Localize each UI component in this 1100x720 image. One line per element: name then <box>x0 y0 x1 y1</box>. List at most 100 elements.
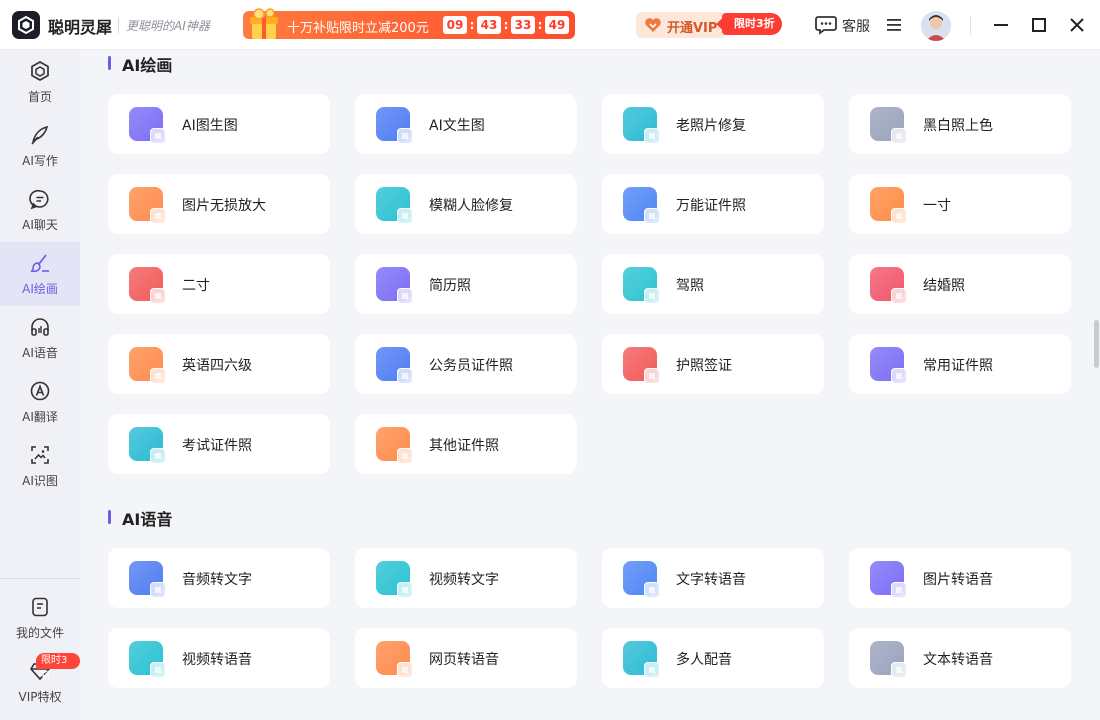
feature-card-label: 其他证件照 <box>429 438 499 454</box>
section-title: AI绘画 <box>108 52 172 76</box>
menu-icon[interactable] <box>886 17 902 33</box>
customer-service-label[interactable]: 客服 <box>842 16 870 36</box>
feature-card[interactable]: 其他证件照 <box>355 414 577 474</box>
sidebar-item-ai-image-recognition[interactable]: AI识图 <box>0 434 80 498</box>
sidebar-item-label: AI聊天 <box>22 218 58 232</box>
feature-card[interactable]: 音频转文字 <box>108 548 330 608</box>
gift-icon <box>250 8 278 39</box>
app-name: 聪明灵犀 <box>48 18 113 37</box>
feature-icon <box>376 641 413 678</box>
maximize-icon[interactable] <box>1030 16 1048 34</box>
feature-card[interactable]: 万能证件照 <box>602 174 824 234</box>
feature-icon <box>623 267 660 304</box>
promo-banner[interactable]: 十万补贴限时立减200元 09 : 43 : 33 : 49 <box>243 8 575 39</box>
feature-card[interactable]: 驾照 <box>602 254 824 314</box>
feature-card[interactable]: 二寸 <box>108 254 330 314</box>
pen-icon <box>31 125 49 145</box>
feature-icon <box>129 267 166 304</box>
feature-icon <box>870 561 907 598</box>
feature-card[interactable]: AI文生图 <box>355 94 577 154</box>
feature-icon <box>129 561 166 598</box>
feature-icon <box>870 187 907 224</box>
feature-card[interactable]: 简历照 <box>355 254 577 314</box>
feature-card[interactable]: 一寸 <box>849 174 1071 234</box>
vip-discount-badge: 限时3折 <box>36 653 80 682</box>
feature-card[interactable]: 网页转语音 <box>355 628 577 688</box>
feature-card-label: 英语四六级 <box>182 358 252 374</box>
feature-card-label: 护照签证 <box>676 358 732 374</box>
sidebar-item-home[interactable]: 首页 <box>0 50 80 114</box>
feature-card[interactable]: 英语四六级 <box>108 334 330 394</box>
feature-card[interactable]: 模糊人脸修复 <box>355 174 577 234</box>
sidebar-item-ai-writing[interactable]: AI写作 <box>0 114 80 178</box>
app-slogan: 更聪明的AI神器 <box>126 19 210 33</box>
feature-card-label: 常用证件照 <box>923 358 993 374</box>
feature-icon <box>870 107 907 144</box>
feature-card-label: 二寸 <box>182 278 210 294</box>
feature-icon <box>376 561 413 598</box>
close-icon[interactable] <box>1068 16 1086 34</box>
promo-text: 十万补贴限时立减200元 <box>287 21 429 36</box>
sidebar-item-ai-voice[interactable]: AI语音 <box>0 306 80 370</box>
feature-card[interactable]: 考试证件照 <box>108 414 330 474</box>
minimize-icon[interactable] <box>992 16 1010 34</box>
feature-icon <box>376 107 413 144</box>
sidebar-item-label: AI翻译 <box>22 410 58 424</box>
user-avatar[interactable] <box>921 11 951 41</box>
feature-card[interactable]: 常用证件照 <box>849 334 1071 394</box>
feature-card-label: 黑白照上色 <box>923 118 993 134</box>
sidebar-divider <box>0 578 80 579</box>
feature-card-label: 网页转语音 <box>429 652 499 668</box>
sidebar-item-ai-chat[interactable]: AI聊天 <box>0 178 80 242</box>
sidebar-item-label: VIP特权 <box>18 690 62 704</box>
feature-card-label: 视频转语音 <box>182 652 252 668</box>
feature-card-label: 多人配音 <box>676 652 732 668</box>
feature-card-label: 万能证件照 <box>676 198 746 214</box>
feature-card[interactable]: 图片无损放大 <box>108 174 330 234</box>
feature-icon <box>129 641 166 678</box>
sidebar-item-ai-painting[interactable]: AI绘画 <box>0 242 80 306</box>
feature-card[interactable]: 视频转语音 <box>108 628 330 688</box>
image-scan-icon <box>31 446 49 464</box>
feature-icon <box>129 107 166 144</box>
feature-card[interactable]: 文本转语音 <box>849 628 1071 688</box>
feature-icon <box>870 347 907 384</box>
feature-card[interactable]: 图片转语音 <box>849 548 1071 608</box>
scrollbar-thumb[interactable] <box>1094 320 1099 368</box>
vip-discount-tag: 限时3折 <box>722 13 782 35</box>
feature-card-label: 简历照 <box>429 278 471 294</box>
feature-icon <box>623 107 660 144</box>
feature-card-label: 老照片修复 <box>676 118 746 134</box>
feature-card[interactable]: 多人配音 <box>602 628 824 688</box>
sidebar-item-label: AI语音 <box>22 346 58 360</box>
vip-label: 开通VIP <box>667 21 718 36</box>
feature-card[interactable]: 结婚照 <box>849 254 1071 314</box>
feature-icon <box>376 427 413 464</box>
feature-card[interactable]: 文字转语音 <box>602 548 824 608</box>
feature-icon <box>870 641 907 678</box>
feature-card-label: 一寸 <box>923 198 951 214</box>
feature-icon <box>129 187 166 224</box>
feature-icon <box>376 267 413 304</box>
countdown-colon: : <box>503 18 509 32</box>
sidebar-item-ai-translate[interactable]: AI翻译 <box>0 370 80 434</box>
feature-card[interactable]: AI图生图 <box>108 94 330 154</box>
sidebar-item-my-files[interactable]: 我的文件 <box>0 586 80 650</box>
feature-card[interactable]: 护照签证 <box>602 334 824 394</box>
feature-icon <box>376 347 413 384</box>
open-vip-button[interactable]: 开通VIP <box>636 12 726 38</box>
window-controls-divider <box>970 15 971 35</box>
chat-icon <box>29 189 49 210</box>
countdown-colon: : <box>537 18 543 32</box>
feature-icon <box>870 267 907 304</box>
countdown-hours: 09 <box>443 16 467 34</box>
feature-card[interactable]: 视频转文字 <box>355 548 577 608</box>
feature-card-label: 驾照 <box>676 278 704 294</box>
feature-card[interactable]: 老照片修复 <box>602 94 824 154</box>
feature-card-label: 文本转语音 <box>923 652 993 668</box>
feature-card-label: 公务员证件照 <box>429 358 513 374</box>
feature-card[interactable]: 黑白照上色 <box>849 94 1071 154</box>
feature-icon <box>129 427 166 464</box>
customer-service-icon[interactable] <box>815 15 837 35</box>
feature-card[interactable]: 公务员证件照 <box>355 334 577 394</box>
